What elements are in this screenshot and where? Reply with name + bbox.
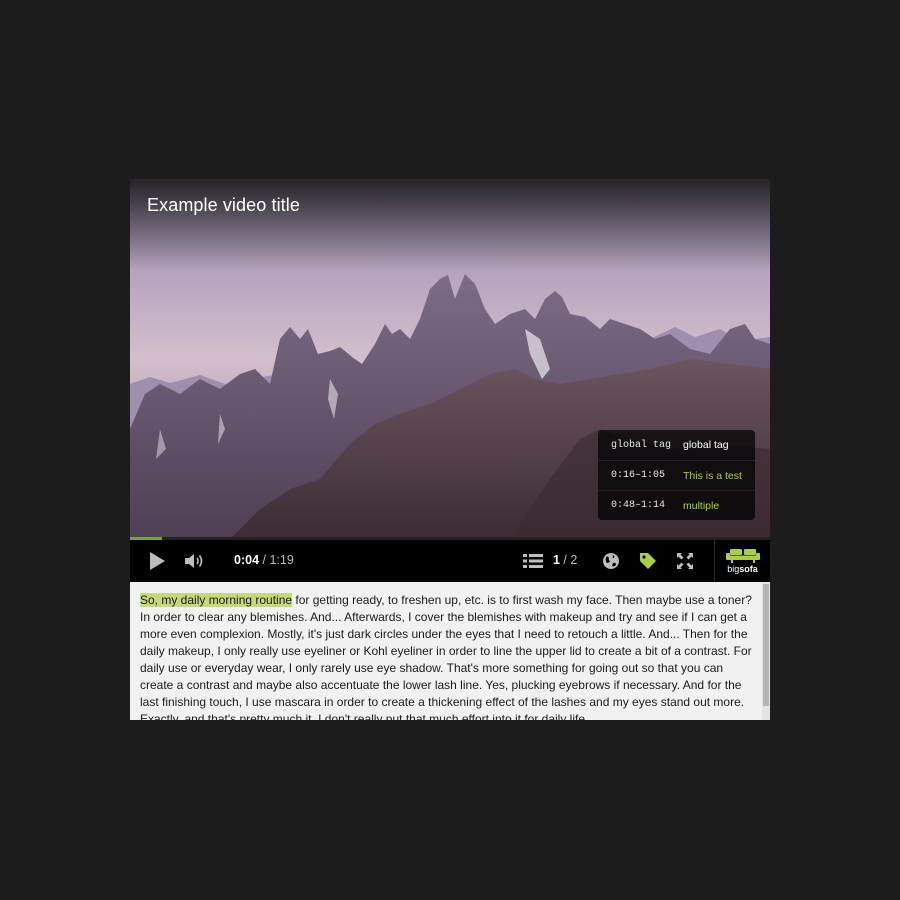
tag-label: multiple <box>683 499 720 512</box>
tag-time: 0:48–1:14 <box>611 500 666 511</box>
video-title: Example video title <box>147 195 300 215</box>
transcript-highlighted-segment[interactable]: So, my daily morning routine <box>140 593 293 607</box>
current-time: 0:04 <box>234 553 260 567</box>
globe-icon <box>603 553 619 569</box>
tag-row-global[interactable]: global tag global tag <box>598 430 755 460</box>
time-display: 0:04 / 1:19 <box>234 553 294 567</box>
control-bar: 0:04 / 1:19 1 / 2 bigsofa <box>130 540 770 582</box>
fullscreen-icon <box>677 553 693 569</box>
brand-suffix: sofa <box>739 564 758 574</box>
tag-icon <box>640 553 656 569</box>
transcript-panel[interactable]: So, my daily morning routine for getting… <box>130 582 770 720</box>
language-button[interactable] <box>600 550 622 572</box>
tag-overlay-panel: global tag global tag 0:16–1:05 This is … <box>598 430 755 520</box>
play-button[interactable] <box>144 550 170 572</box>
volume-icon <box>185 554 203 568</box>
tags-button[interactable] <box>637 550 659 572</box>
time-separator: / <box>259 553 270 567</box>
tag-time: global tag <box>611 439 672 451</box>
tag-label: This is a test <box>683 469 742 482</box>
tag-label: global tag <box>683 439 729 451</box>
duration: 1:19 <box>269 553 294 567</box>
fullscreen-button[interactable] <box>674 550 696 572</box>
brand-wordmark: bigsofa <box>727 564 758 574</box>
chapter-list-button[interactable] <box>520 550 546 572</box>
tag-row-multiple[interactable]: 0:48–1:14 multiple <box>598 490 755 520</box>
tag-time: 0:16–1:05 <box>611 470 666 481</box>
transcript-scrollbar[interactable] <box>762 582 770 720</box>
volume-button[interactable] <box>182 550 208 572</box>
chapter-separator: / <box>559 553 571 567</box>
brand-logo[interactable]: bigsofa <box>714 540 770 582</box>
brand-prefix: big <box>727 564 740 574</box>
video-area[interactable]: Example video title global tag global ta… <box>130 179 770 539</box>
transcript-body: for getting ready, to freshen up, etc. i… <box>140 593 752 720</box>
transcript-text: So, my daily morning routine for getting… <box>140 592 755 720</box>
title-gradient-overlay <box>130 179 770 269</box>
list-icon <box>523 554 543 568</box>
chapter-current: 1 <box>553 553 560 567</box>
play-icon <box>150 552 165 570</box>
video-player: Example video title global tag global ta… <box>130 179 770 720</box>
sofa-logo-icon <box>725 549 760 563</box>
chapter-total: 2 <box>570 553 578 567</box>
chapter-counter: 1 / 2 <box>553 553 577 567</box>
transcript-scroll-thumb[interactable] <box>763 584 769 706</box>
tag-row-test[interactable]: 0:16–1:05 This is a test <box>598 460 755 490</box>
